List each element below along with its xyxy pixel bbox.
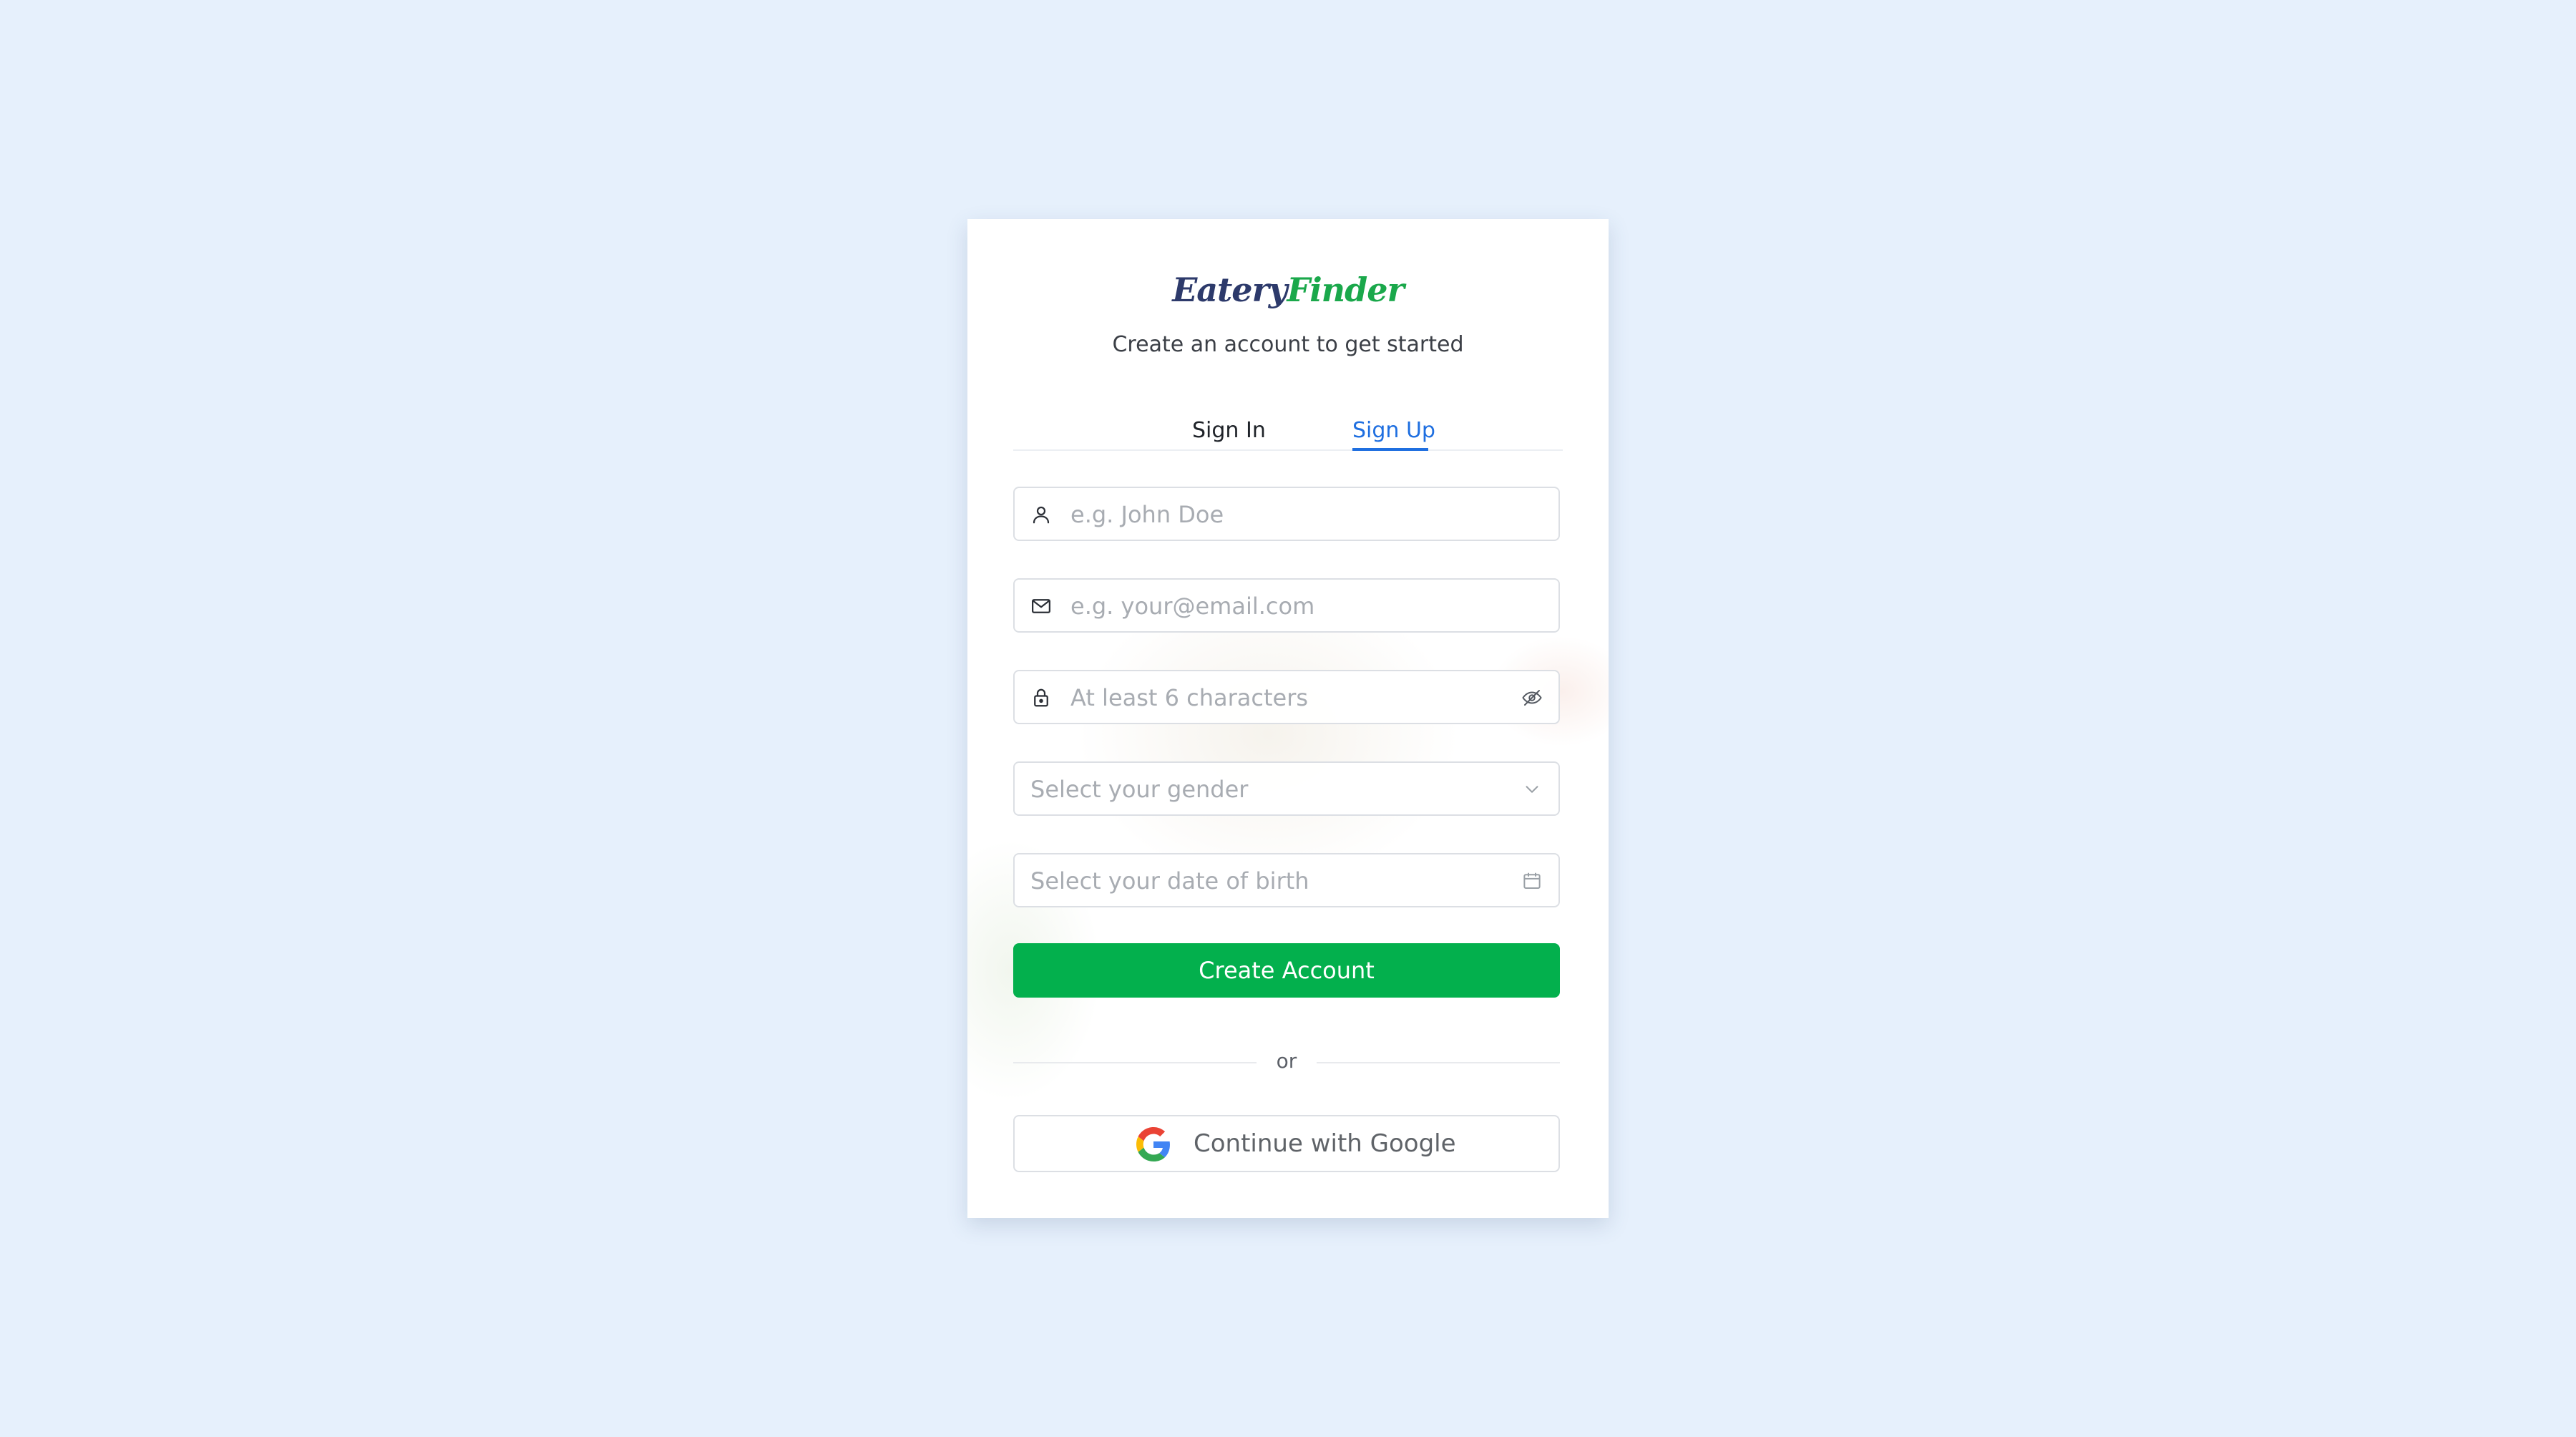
tab-sign-in[interactable]: Sign In <box>1192 418 1266 443</box>
lock-icon <box>1030 687 1052 708</box>
gender-select-placeholder: Select your gender <box>1030 776 1249 803</box>
google-signin-button[interactable]: Continue with Google <box>1013 1115 1560 1172</box>
auth-tabs: Sign In Sign Up <box>1013 406 1563 451</box>
brand-logo-part2: Finder <box>1287 271 1405 309</box>
user-icon <box>1030 504 1052 525</box>
name-field[interactable] <box>1013 487 1560 541</box>
tab-sign-up[interactable]: Sign Up <box>1352 418 1435 443</box>
page-subtitle: Create an account to get started <box>1112 332 1464 357</box>
dob-picker-placeholder: Select your date of birth <box>1030 867 1309 895</box>
dob-picker[interactable]: Select your date of birth <box>1013 853 1560 907</box>
eye-off-icon[interactable] <box>1521 687 1543 708</box>
password-field[interactable] <box>1013 670 1560 724</box>
name-input[interactable] <box>1069 488 1544 541</box>
email-field[interactable] <box>1013 578 1560 633</box>
brand-logo-part1: Eatery <box>1172 271 1287 309</box>
calendar-icon <box>1521 870 1543 892</box>
active-tab-indicator <box>1352 448 1428 451</box>
signup-card: EateryFinder Create an account to get st… <box>967 219 1609 1218</box>
create-account-button[interactable]: Create Account <box>1013 943 1560 998</box>
divider-line-left <box>1013 1062 1257 1063</box>
gender-select[interactable]: Select your gender <box>1013 761 1560 816</box>
google-signin-label: Continue with Google <box>1194 1129 1456 1158</box>
google-logo-icon <box>1136 1127 1171 1161</box>
divider-label: or <box>1276 1049 1297 1073</box>
mail-icon <box>1030 595 1052 617</box>
email-input[interactable] <box>1069 580 1544 633</box>
brand-logo: EateryFinder <box>1013 271 1563 309</box>
divider-line-right <box>1317 1062 1560 1063</box>
password-input[interactable] <box>1069 671 1494 724</box>
chevron-down-icon <box>1521 779 1543 800</box>
